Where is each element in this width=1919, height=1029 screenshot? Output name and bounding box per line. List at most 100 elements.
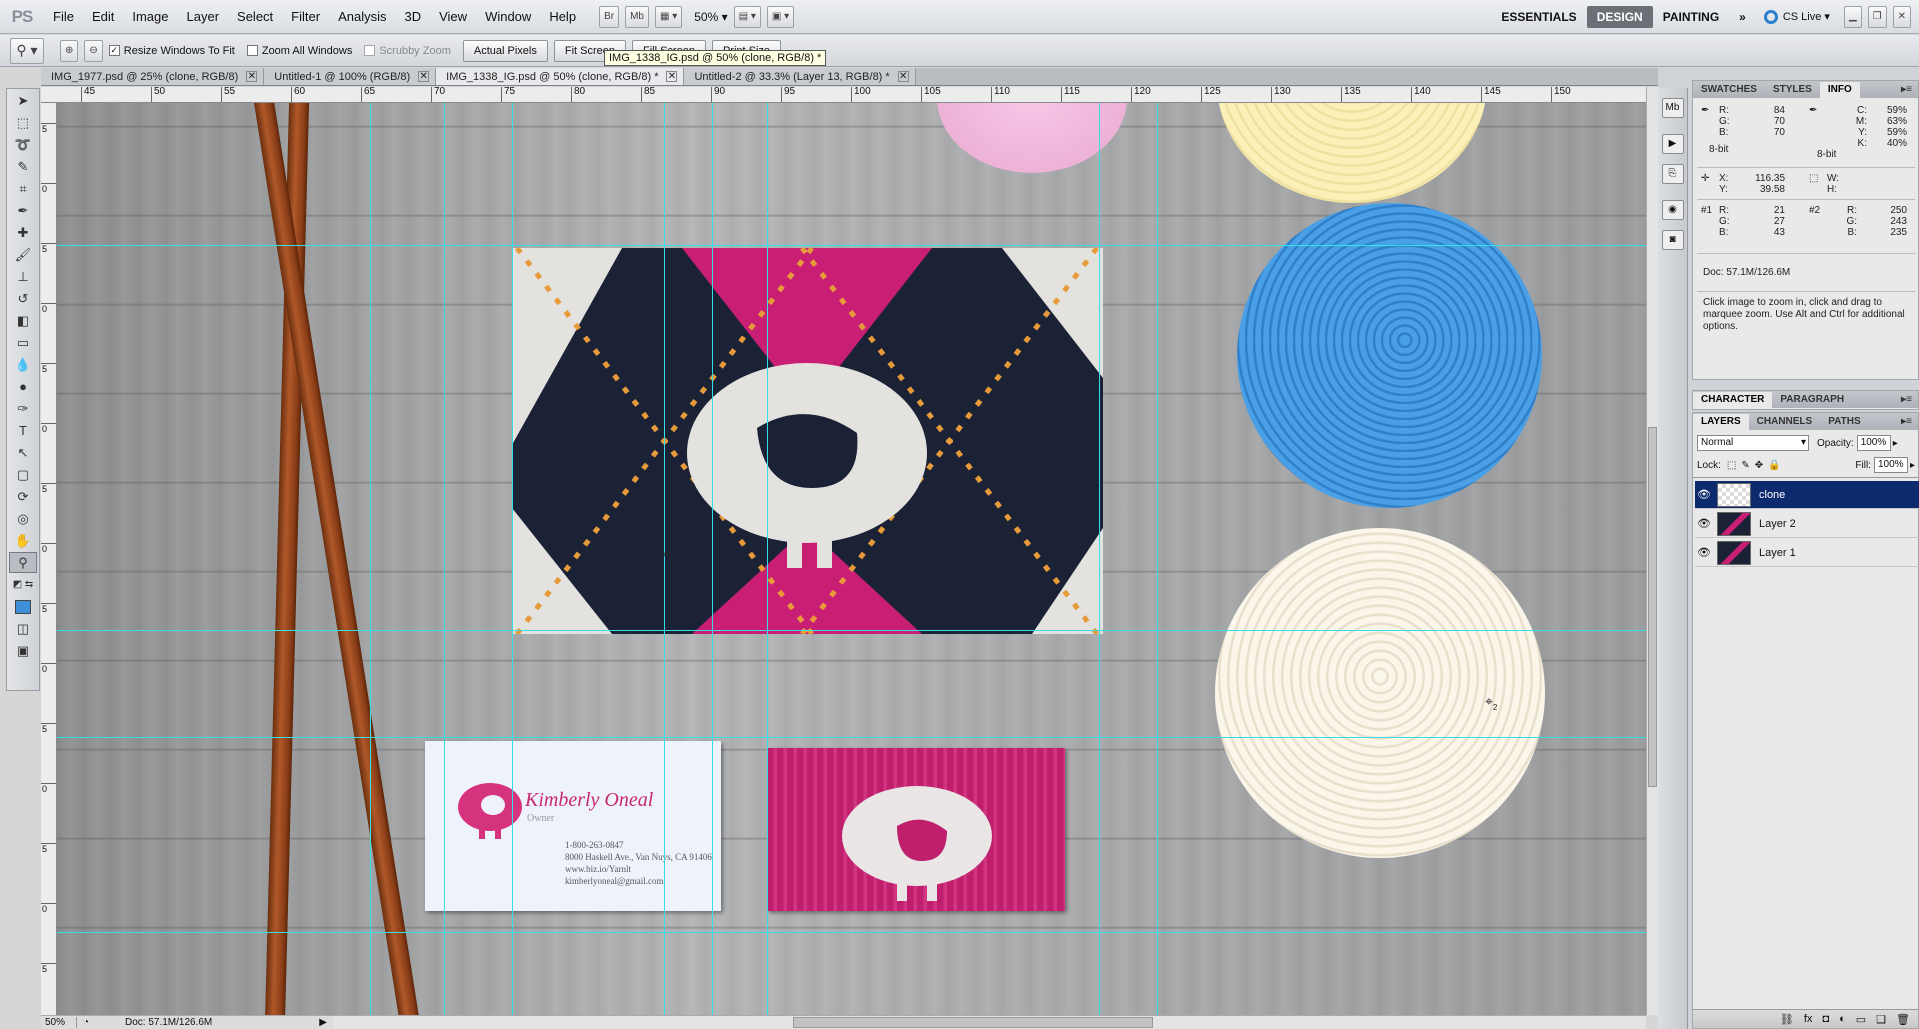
3d-rotate-tool-icon[interactable]: ⟳ xyxy=(9,486,37,507)
horizontal-scrollbar[interactable] xyxy=(333,1015,1646,1029)
guide-vertical[interactable] xyxy=(512,103,513,1015)
actions-panel-icon[interactable]: ▶ xyxy=(1661,134,1684,154)
actual-pixels-button[interactable]: Actual Pixels xyxy=(462,39,548,62)
menu-image[interactable]: Image xyxy=(123,0,177,34)
arrange-docs-button[interactable]: ▤ ▾ xyxy=(733,5,761,28)
history-panel-icon[interactable]: ⎘ xyxy=(1661,164,1684,184)
link-layers-icon[interactable]: ⛓ xyxy=(1780,1013,1794,1026)
tab-character[interactable]: CHARACTER xyxy=(1693,392,1773,408)
foreground-color-swatch[interactable] xyxy=(9,596,37,617)
guide-vertical[interactable] xyxy=(712,103,713,1015)
panel-menu-icon[interactable]: ▸≡ xyxy=(1901,82,1918,98)
eye-icon[interactable]: 👁 xyxy=(1695,488,1713,501)
shape-tool-icon[interactable]: ▢ xyxy=(9,464,37,485)
quick-mask-icon[interactable]: ◫ xyxy=(9,618,37,639)
eraser-tool-icon[interactable]: ◧ xyxy=(9,310,37,331)
default-colors-icon[interactable]: ◩ ⇆ xyxy=(9,574,37,595)
guide-vertical[interactable] xyxy=(767,103,768,1015)
tab-untitled-1[interactable]: Untitled-1 @ 100% (RGB/8) ✕ xyxy=(264,68,437,85)
zoom-level-select[interactable]: 50% ▾ xyxy=(694,10,727,24)
minimize-button[interactable]: ▁ xyxy=(1843,5,1862,28)
new-group-icon[interactable]: ▭ xyxy=(1856,1013,1866,1026)
adjustments-panel-icon[interactable]: ◙ xyxy=(1661,230,1684,250)
tab-paragraph[interactable]: PARAGRAPH xyxy=(1772,392,1852,408)
guide-horizontal[interactable] xyxy=(57,245,1646,246)
minibridge-panel-icon[interactable]: Mb xyxy=(1661,98,1684,118)
new-layer-icon[interactable]: ❑ xyxy=(1876,1013,1886,1026)
status-info-icon[interactable]: ◔ xyxy=(77,1017,95,1028)
tab-channels[interactable]: CHANNELS xyxy=(1749,414,1821,430)
layer-row-clone[interactable]: 👁 clone xyxy=(1695,481,1919,509)
tab-styles[interactable]: STYLES xyxy=(1765,82,1820,98)
marquee-tool-icon[interactable]: ⬚ xyxy=(9,112,37,133)
lock-pixels-icon[interactable]: ✎ xyxy=(1741,460,1749,471)
tab-layers[interactable]: LAYERS xyxy=(1693,414,1749,430)
restore-button[interactable]: ❐ xyxy=(1867,5,1887,28)
close-icon[interactable]: ✕ xyxy=(418,71,430,82)
close-icon[interactable]: ✕ xyxy=(897,71,909,82)
scrubby-zoom-checkbox[interactable]: Scrubby Zoom xyxy=(364,45,451,57)
lock-position-icon[interactable]: ✥ xyxy=(1755,460,1763,471)
workspace-essentials[interactable]: ESSENTIALS xyxy=(1491,6,1586,28)
status-arrow-icon[interactable]: ▶ xyxy=(319,1017,333,1028)
type-tool-icon[interactable]: T xyxy=(9,420,37,441)
menu-edit[interactable]: Edit xyxy=(83,0,123,34)
lock-all-icon[interactable]: 🔒 xyxy=(1768,460,1780,471)
screen-mode-icon[interactable]: ▣ xyxy=(9,640,37,661)
guide-horizontal[interactable] xyxy=(57,932,1646,933)
guide-horizontal[interactable] xyxy=(57,737,1646,738)
menu-filter[interactable]: Filter xyxy=(282,0,329,34)
panel-menu-icon[interactable]: ▸≡ xyxy=(1901,414,1918,430)
navigator-panel-icon[interactable]: ◉ xyxy=(1661,200,1684,220)
tab-swatches[interactable]: SWATCHES xyxy=(1693,82,1765,98)
scroll-thumb[interactable] xyxy=(1648,427,1657,787)
status-zoom[interactable]: 50% xyxy=(41,1017,77,1028)
eyedropper-tool-icon[interactable]: ✒ xyxy=(9,200,37,221)
menu-window[interactable]: Window xyxy=(476,0,540,34)
view-extras-button[interactable]: ▦ ▾ xyxy=(654,5,683,28)
zoom-all-windows-checkbox[interactable]: Zoom All Windows xyxy=(246,45,352,57)
close-icon[interactable]: ✕ xyxy=(666,71,678,82)
menu-file[interactable]: File xyxy=(44,0,83,34)
bridge-button[interactable]: Br xyxy=(599,5,620,28)
color-sampler-1-icon[interactable]: ⌖1 xyxy=(662,546,674,565)
gradient-tool-icon[interactable]: ▭ xyxy=(9,332,37,353)
menu-analysis[interactable]: Analysis xyxy=(329,0,395,34)
lock-transparency-icon[interactable]: ⬚ xyxy=(1727,460,1736,471)
move-tool-icon[interactable]: ➤ xyxy=(9,90,37,111)
minibridge-button[interactable]: Mb xyxy=(625,5,649,28)
guide-horizontal[interactable] xyxy=(57,630,1646,631)
screen-mode-button[interactable]: ▣ ▾ xyxy=(766,5,795,28)
color-sampler-2-icon[interactable]: ⌖2 xyxy=(1485,693,1497,712)
tool-preset-picker[interactable]: ⚲ ▾ xyxy=(10,37,44,64)
tab-info[interactable]: INFO xyxy=(1819,82,1860,98)
blend-mode-select[interactable]: Normal ▾ xyxy=(1697,435,1809,451)
crop-tool-icon[interactable]: ⌗ xyxy=(9,178,37,199)
dodge-tool-icon[interactable]: ● xyxy=(9,376,37,397)
layer-row-layer-1[interactable]: 👁 Layer 1 xyxy=(1695,539,1919,567)
resize-windows-checkbox[interactable]: ✓ Resize Windows To Fit xyxy=(108,45,235,57)
tab-paths[interactable]: PATHS xyxy=(1820,414,1868,430)
brush-tool-icon[interactable]: 🖌 xyxy=(9,244,37,265)
path-selection-tool-icon[interactable]: ↖ xyxy=(9,442,37,463)
clone-stamp-tool-icon[interactable]: ⊥ xyxy=(9,266,37,287)
workspace-painting[interactable]: PAINTING xyxy=(1653,6,1729,28)
eye-icon[interactable]: 👁 xyxy=(1695,546,1713,559)
menu-help[interactable]: Help xyxy=(540,0,585,34)
zoom-in-button[interactable]: ⊕ xyxy=(60,39,79,62)
close-window-button[interactable]: ✕ xyxy=(1892,5,1911,28)
opacity-input[interactable]: 100% xyxy=(1856,435,1891,451)
quick-selection-tool-icon[interactable]: ✎ xyxy=(9,156,37,177)
scroll-thumb[interactable] xyxy=(793,1017,1153,1028)
eye-icon[interactable]: 👁 xyxy=(1695,517,1713,530)
layer-mask-icon[interactable]: ◘ xyxy=(1822,1013,1829,1025)
document-canvas[interactable]: Kimberly Oneal Owner 1-800-263-0847 8000… xyxy=(57,103,1646,1015)
tab-img-1977[interactable]: IMG_1977.psd @ 25% (clone, RGB/8) ✕ xyxy=(41,68,265,85)
3d-orbit-tool-icon[interactable]: ◎ xyxy=(9,508,37,529)
menu-select[interactable]: Select xyxy=(228,0,282,34)
panel-menu-icon[interactable]: ▸≡ xyxy=(1901,392,1918,408)
fill-arrow-icon[interactable]: ▸ xyxy=(1910,460,1915,471)
menu-layer[interactable]: Layer xyxy=(178,0,229,34)
delete-layer-icon[interactable]: 🗑 xyxy=(1896,1013,1910,1026)
lasso-tool-icon[interactable]: ➰ xyxy=(9,134,37,155)
